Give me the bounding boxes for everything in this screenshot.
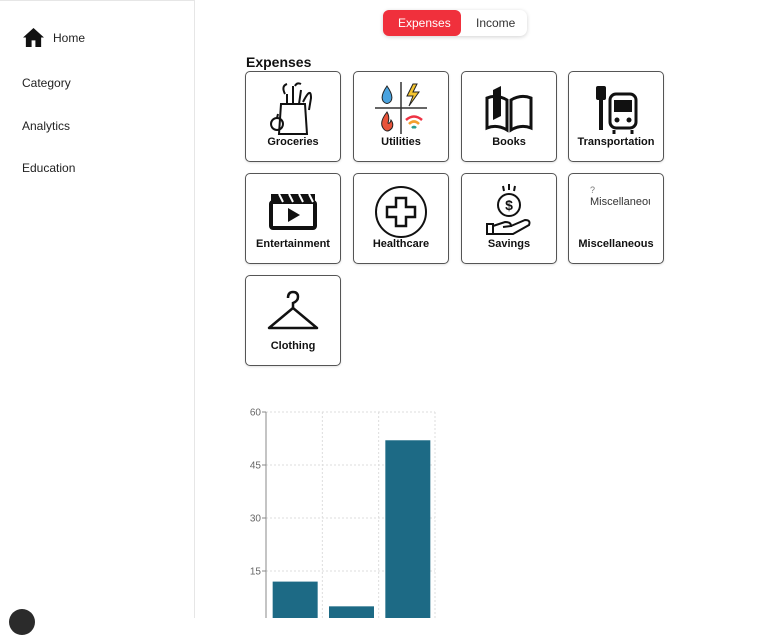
svg-text:$: $ — [505, 197, 513, 213]
hanger-icon — [267, 290, 319, 330]
expense-income-toggle: Expenses Income — [383, 10, 527, 36]
tab-income[interactable]: Income — [461, 10, 527, 36]
category-card-entertainment[interactable]: Entertainment — [245, 173, 341, 264]
category-card-transportation[interactable]: Transportation — [568, 71, 664, 162]
category-card-books[interactable]: Books — [461, 71, 557, 162]
category-label: Savings — [487, 238, 531, 250]
chart-bar — [329, 606, 374, 618]
groceries-icon — [270, 82, 313, 135]
category-label: Healthcare — [372, 238, 430, 250]
category-label: Transportation — [577, 136, 655, 148]
home-icon — [23, 27, 44, 48]
savings-icon: $ — [486, 184, 531, 235]
category-label: Books — [492, 136, 526, 148]
category-label: Miscellaneous — [578, 238, 654, 250]
category-card-savings[interactable]: $ Savings — [461, 173, 557, 264]
expense-bar-chart: 15 30 45 60 — [250, 408, 436, 618]
y-tick-label: 45 — [250, 461, 262, 472]
y-tick-label: 15 — [250, 567, 262, 578]
transportation-icon — [596, 86, 638, 134]
category-label: Groceries — [267, 136, 319, 148]
sidebar-item-education[interactable]: Education — [22, 161, 75, 175]
sidebar: Home Category Analytics Education — [0, 0, 195, 635]
category-card-utilities[interactable]: Utilities — [353, 71, 449, 162]
sidebar-item-analytics[interactable]: Analytics — [22, 119, 70, 133]
broken-image-icon: ? Miscellaneous — [590, 186, 650, 208]
category-card-clothing[interactable]: Clothing — [245, 275, 341, 366]
category-card-groceries[interactable]: Groceries — [245, 71, 341, 162]
sidebar-item-label: Home — [53, 30, 86, 45]
chart-bar — [272, 581, 318, 618]
sidebar-item-category[interactable]: Category — [22, 76, 71, 90]
category-card-healthcare[interactable]: Healthcare — [353, 173, 449, 264]
category-label: Utilities — [381, 136, 421, 148]
chart-bar — [385, 440, 431, 618]
healthcare-icon — [375, 186, 427, 238]
category-label: Entertainment — [256, 238, 330, 250]
tab-expenses[interactable]: Expenses — [383, 10, 461, 36]
page-title: Expenses — [246, 54, 312, 70]
avatar[interactable] — [9, 609, 35, 635]
category-card-miscellaneous[interactable]: ? Miscellaneous Miscellaneous — [568, 173, 664, 264]
entertainment-icon — [269, 193, 317, 230]
image-alt-text: Miscellaneous — [590, 196, 650, 208]
y-tick-label: 60 — [250, 408, 262, 419]
y-tick-label: 30 — [250, 514, 262, 525]
category-label: Clothing — [270, 340, 316, 352]
utilities-icon — [375, 82, 427, 134]
books-icon — [485, 86, 533, 133]
sidebar-item-home[interactable]: Home — [22, 27, 85, 48]
